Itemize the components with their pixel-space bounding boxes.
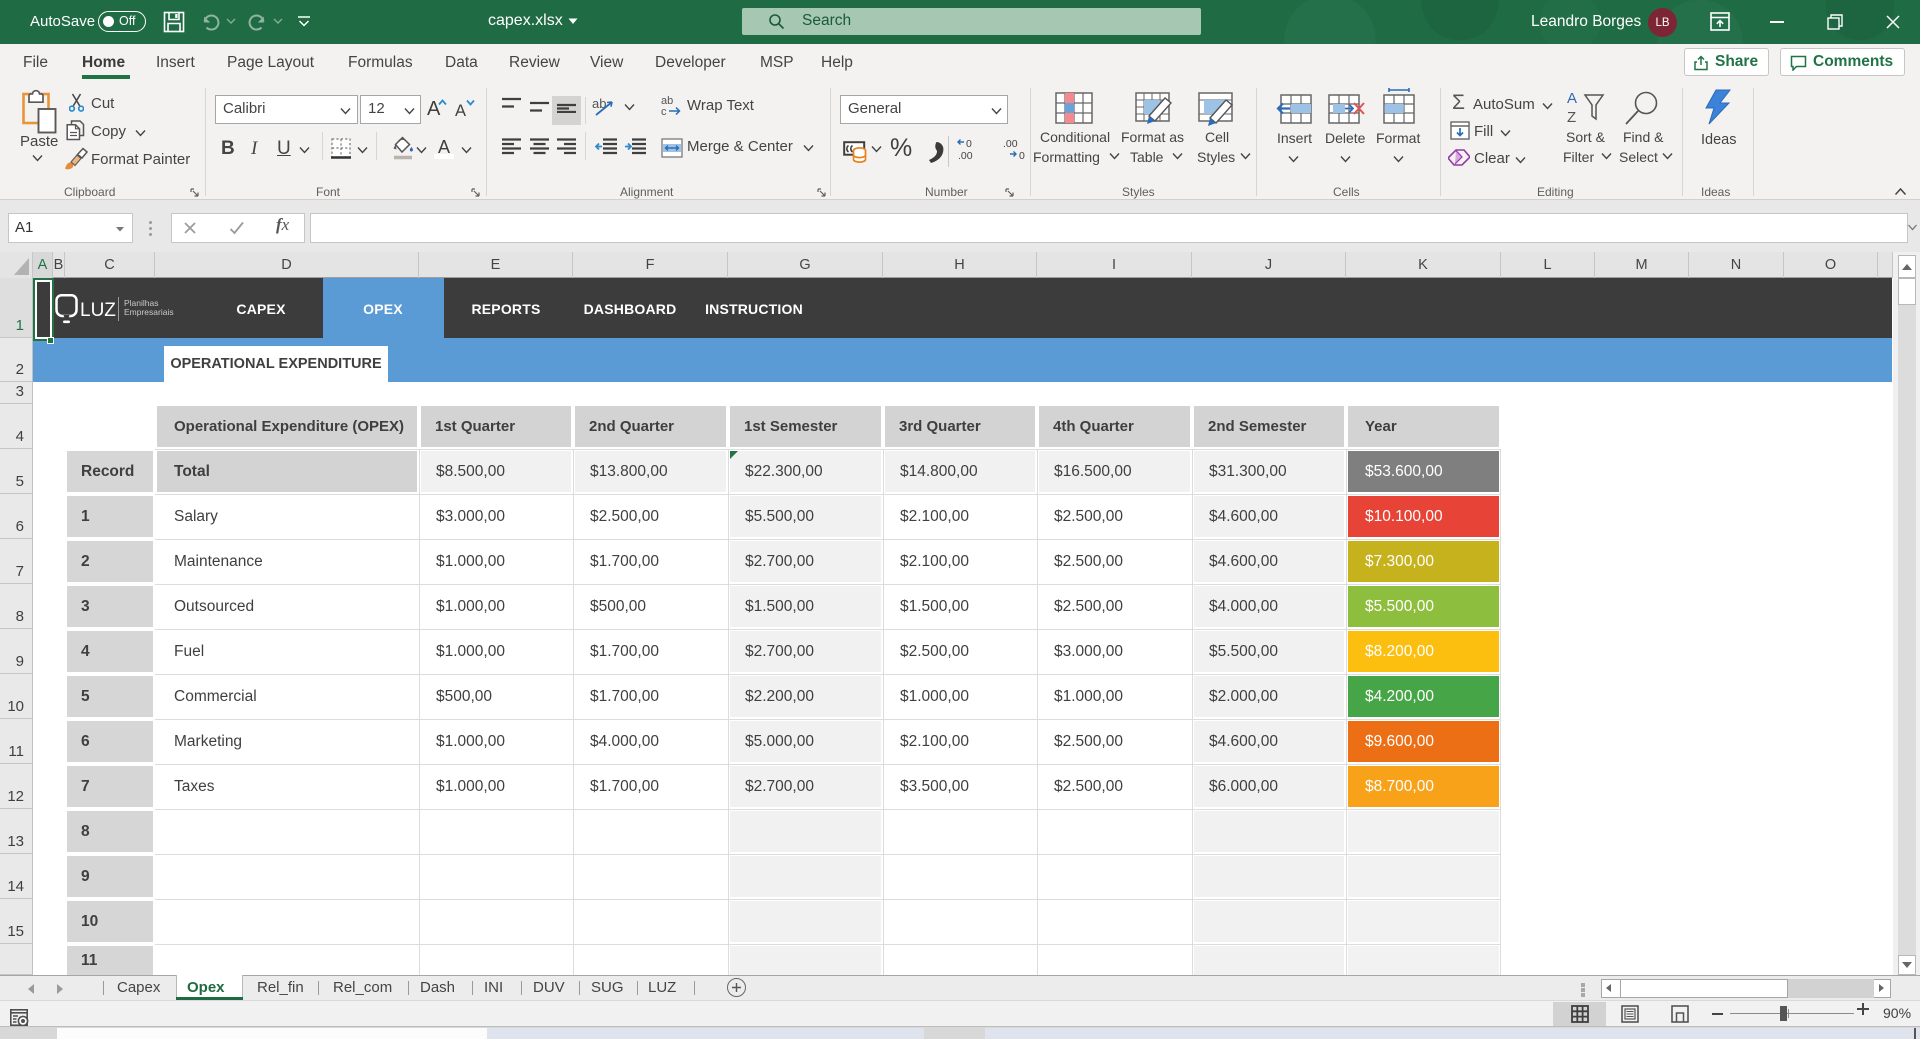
svg-text:0: 0: [966, 138, 972, 150]
svg-text:.00: .00: [1003, 138, 1018, 150]
svg-text:0: 0: [1019, 150, 1025, 162]
svg-text:Z: Z: [1567, 109, 1576, 126]
svg-text:c: c: [661, 106, 667, 118]
svg-text:.00: .00: [958, 150, 973, 162]
svg-text:A: A: [1567, 90, 1577, 107]
